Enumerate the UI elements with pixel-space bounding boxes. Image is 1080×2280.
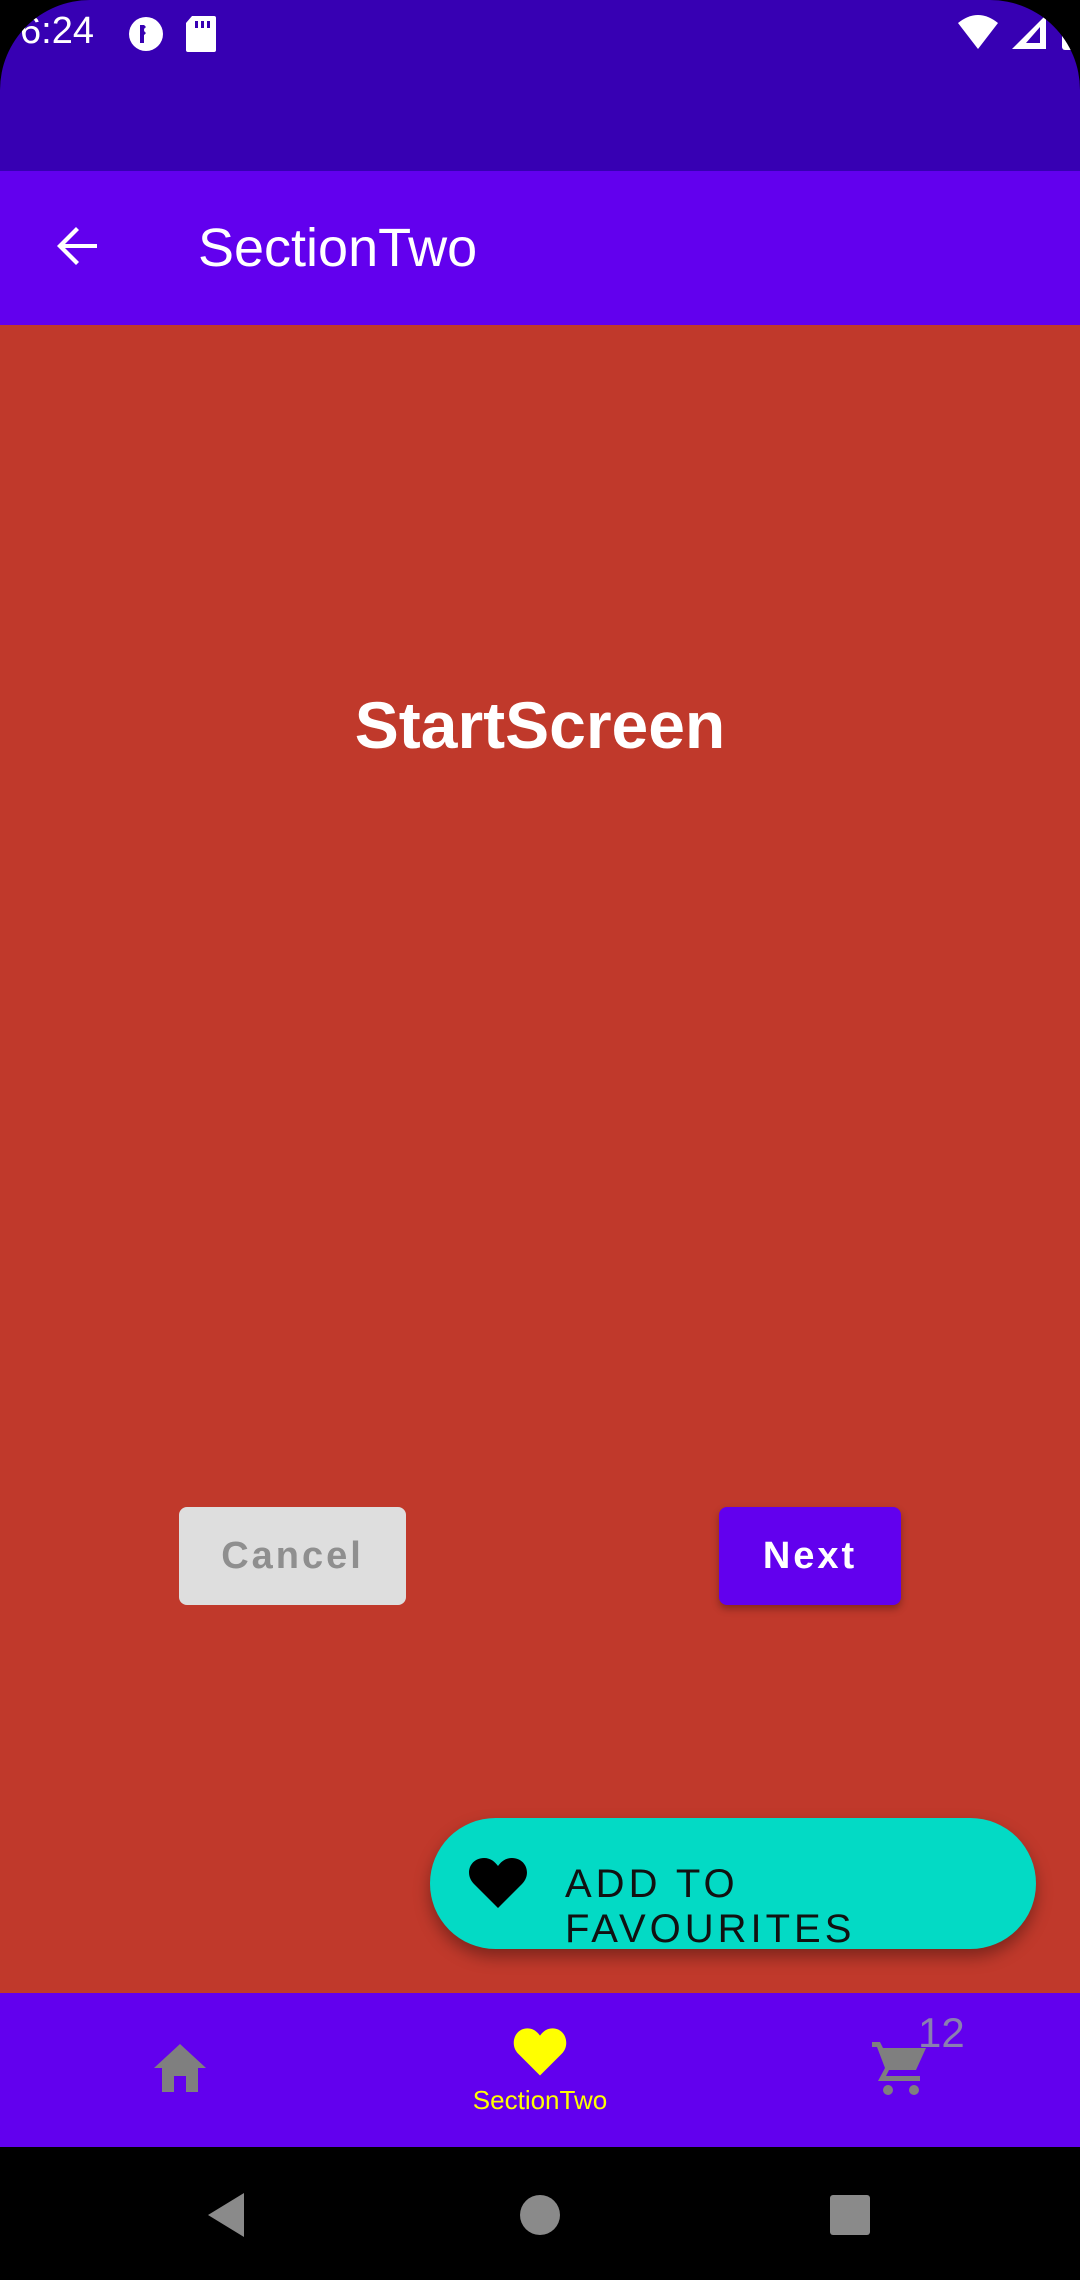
home-icon — [152, 2042, 208, 2099]
battery-icon — [1058, 12, 1080, 57]
recents-square-icon — [828, 2193, 872, 2242]
data-saver-icon — [126, 14, 166, 59]
status-icons-right — [956, 12, 1080, 57]
heart-icon — [511, 2024, 569, 2083]
system-home-button[interactable] — [510, 2187, 570, 2247]
app-bar-title: SectionTwo — [198, 218, 478, 278]
cancel-button[interactable]: Cancel — [179, 1507, 406, 1605]
nav-item-label: SectionTwo — [472, 2085, 608, 2115]
sd-card-icon — [184, 14, 218, 59]
bottom-navigation: SectionTwo 12 — [0, 1993, 1080, 2147]
system-navigation-bar — [0, 2147, 1080, 2280]
nav-item-cart[interactable]: 12 — [780, 1993, 1020, 2147]
cart-badge: 12 — [918, 2009, 965, 2056]
back-button[interactable] — [40, 211, 114, 285]
screen-title: StartScreen — [354, 688, 726, 762]
nav-item-home[interactable] — [60, 1993, 300, 2147]
next-button-label: Next — [762, 1534, 858, 1577]
status-bar: 6:24 — [0, 0, 1080, 171]
status-icons-left — [126, 14, 218, 59]
nav-item-sectiontwo[interactable]: SectionTwo — [420, 1993, 660, 2147]
next-button[interactable]: Next — [719, 1507, 901, 1605]
phone-screen: 6:24 SectionTwo StartScreen Cancel Next … — [0, 0, 1080, 2280]
home-circle-icon — [518, 2193, 562, 2242]
fab-label: ADD TO FAVOURITES — [565, 1862, 856, 1951]
status-time: 6:24 — [20, 10, 94, 52]
content-area: StartScreen Cancel Next ADD TO FAVOURITE… — [0, 325, 1080, 1993]
add-to-favourites-fab[interactable]: ADD TO FAVOURITES — [430, 1818, 1036, 1951]
system-back-button[interactable] — [196, 2187, 256, 2247]
cancel-button-label: Cancel — [221, 1534, 364, 1577]
top-app-bar: SectionTwo — [0, 171, 1080, 325]
system-recents-button[interactable] — [820, 2187, 880, 2247]
back-triangle-icon — [204, 2191, 248, 2244]
cellular-signal-icon — [1010, 13, 1048, 56]
heart-icon — [466, 1852, 530, 1916]
arrow-back-icon — [53, 222, 101, 275]
wifi-icon — [956, 13, 1000, 56]
